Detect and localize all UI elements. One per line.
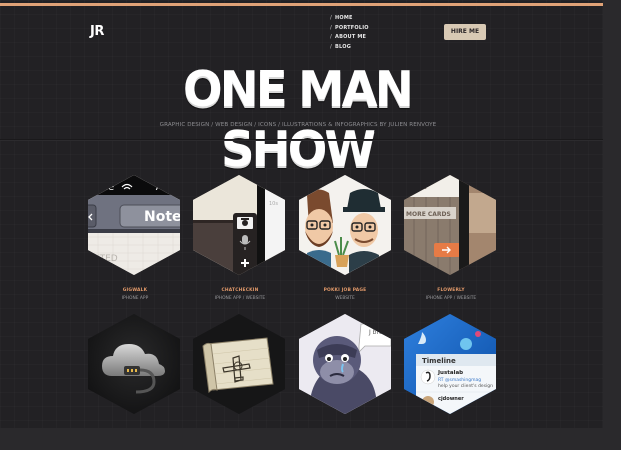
portfolio-item-pokki[interactable]: POKKI JOB PAGE WEBSITE — [290, 288, 400, 301]
portfolio-item-chatcheckin[interactable]: CHATCHECKIN IPHONE APP / WEBSITE — [185, 288, 295, 301]
page-edge-bottom — [0, 428, 621, 450]
portfolio-item-gigwalk[interactable]: GIGWALK IPHONE APP — [80, 288, 190, 301]
svg-text:cjdowner: cjdowner — [438, 396, 464, 402]
svg-text:and: and — [406, 181, 427, 192]
portfolio-thumb-flowerly[interactable]: and MORE CARDS — [404, 175, 496, 275]
gigwalk-screenshot: Note obile 7:5 DITED — [88, 175, 180, 275]
portfolio-thumb-twitter-app[interactable]: Timeline Justalab RT @smashingmag help y… — [404, 314, 496, 414]
nav-label: BLOG — [335, 43, 352, 50]
main-nav: / HOME / PORTFOLIO / ABOUT ME / BLOG — [330, 14, 369, 52]
nav-item-about[interactable]: / ABOUT ME — [330, 33, 369, 43]
chatcheckin-screenshot: 10s — [193, 175, 285, 275]
portfolio-subtitle: IPHONE APP / WEBSITE — [214, 296, 266, 301]
blueprint-airplane-icon — [193, 314, 285, 414]
portfolio-subtitle: IPHONE APP — [121, 296, 149, 301]
portfolio-subtitle: WEBSITE — [335, 296, 355, 301]
nav-label: ABOUT ME — [335, 34, 367, 41]
nav-item-portfolio[interactable]: / PORTFOLIO — [330, 24, 369, 34]
svg-text:RT @smashingmag: RT @smashingmag — [438, 377, 481, 383]
portfolio-title: FLOWERLY — [437, 288, 465, 293]
logo[interactable]: JR — [90, 24, 104, 39]
top-accent-bar — [0, 3, 603, 6]
gorilla-illustration: J break — [299, 314, 391, 414]
svg-text:Timeline: Timeline — [422, 357, 456, 365]
svg-text:Justalab: Justalab — [437, 370, 463, 376]
nav-item-blog[interactable]: / BLOG — [330, 43, 369, 53]
hire-me-button[interactable]: HIRE ME — [444, 24, 486, 40]
page-title: ONE MAN SHOW — [183, 61, 414, 178]
svg-text:J break: J break — [368, 329, 390, 336]
portfolio-thumb-cloud-icon[interactable] — [88, 314, 180, 414]
portfolio-thumb-gigwalk[interactable]: Note obile 7:5 DITED — [88, 175, 180, 275]
portfolio-thumb-chatcheckin[interactable]: 10s — [193, 175, 285, 275]
portfolio-item-flowerly[interactable]: FLOWERLY IPHONE APP / WEBSITE — [396, 288, 506, 301]
nav-label: PORTFOLIO — [335, 24, 369, 31]
svg-text:7:5: 7:5 — [154, 182, 170, 193]
cloud-plug-icon — [88, 314, 180, 414]
divider — [0, 139, 603, 140]
twitter-app-screenshot: Timeline Justalab RT @smashingmag help y… — [404, 314, 496, 414]
portfolio-title: POKKI JOB PAGE — [323, 288, 367, 293]
portfolio-subtitle: IPHONE APP / WEBSITE — [425, 296, 477, 301]
pokki-illustration — [299, 175, 391, 275]
nav-item-home[interactable]: / HOME — [330, 14, 369, 24]
svg-text:help your client's design: help your client's design — [438, 383, 493, 389]
svg-text:Note: Note — [144, 209, 180, 225]
page-subtitle: GRAPHIC DESIGN / WEB DESIGN / ICONS / IL… — [159, 122, 437, 128]
svg-text:MORE CARDS: MORE CARDS — [406, 211, 451, 218]
flowerly-screenshot: and MORE CARDS — [404, 175, 496, 275]
portfolio-thumb-gorilla[interactable]: J break — [299, 314, 391, 414]
portfolio-title: CHATCHECKIN — [221, 288, 259, 293]
svg-text:DITED: DITED — [90, 254, 118, 264]
page-edge-right — [603, 0, 621, 450]
portfolio-title: GIGWALK — [122, 288, 148, 293]
page: JR / HOME / PORTFOLIO / ABOUT ME / BLOG HIRE… — [0, 0, 603, 428]
nav-label: HOME — [335, 15, 353, 21]
portfolio-thumb-pokki[interactable] — [299, 175, 391, 275]
portfolio-thumb-blueprint-icon[interactable] — [193, 314, 285, 414]
svg-text:obile: obile — [90, 182, 114, 193]
svg-text:10s: 10s — [269, 201, 278, 207]
